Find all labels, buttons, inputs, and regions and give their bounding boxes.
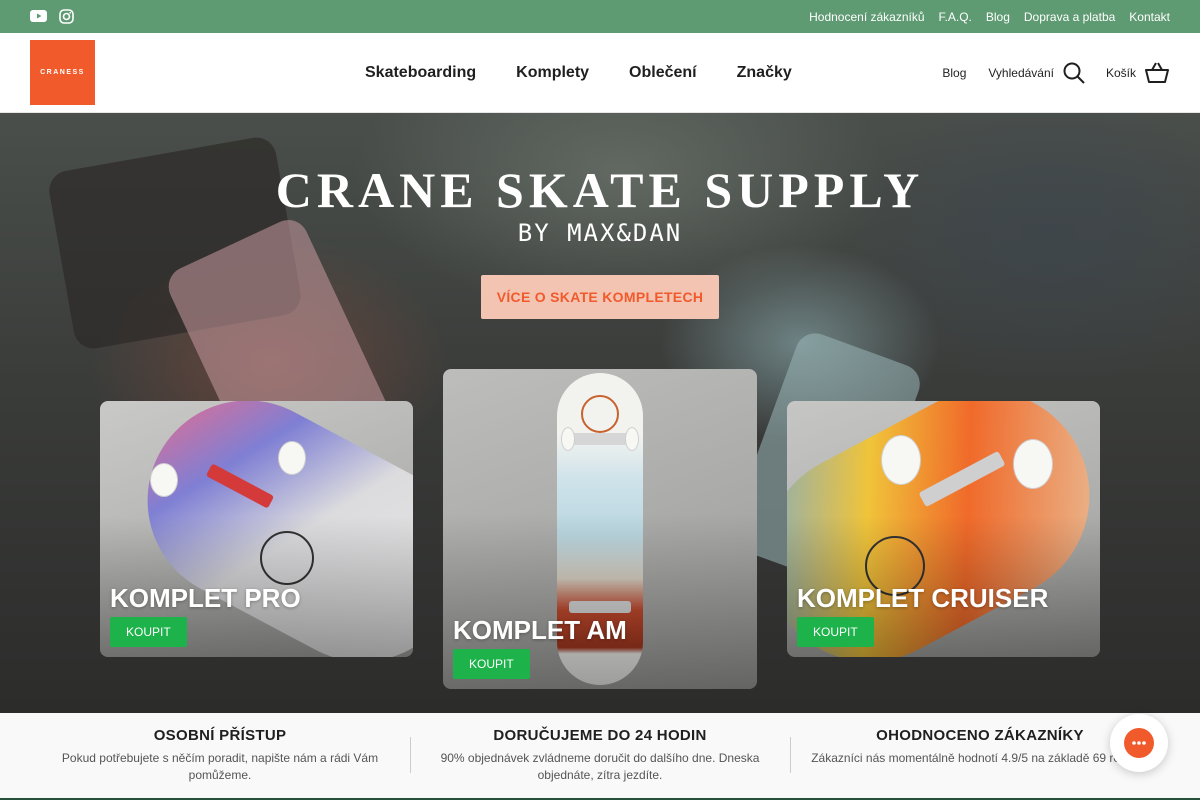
wheel-image <box>625 427 639 451</box>
hero-banner: CRANE SKATE SUPPLY BY MAX&DAN VÍCE O SKA… <box>0 113 1200 713</box>
toplink-reviews[interactable]: Hodnocení zákazníků <box>809 10 924 24</box>
feature-divider <box>410 737 411 773</box>
main-nav: Skateboarding Komplety Oblečení Značky <box>365 33 792 113</box>
youtube-icon[interactable] <box>29 7 47 25</box>
hero-subtitle: BY MAX&DAN <box>517 219 683 247</box>
features-strip: OSOBNÍ PŘÍSTUP Pokud potřebujete s něčím… <box>0 713 1200 800</box>
toplink-contact[interactable]: Kontakt <box>1129 10 1170 24</box>
wheel-image <box>881 435 921 485</box>
hero-cta-button[interactable]: VÍCE O SKATE KOMPLETECH <box>481 275 719 319</box>
feature-title: DORUČUJEME DO 24 HODIN <box>493 727 707 744</box>
feature-text: Pokud potřebujete s něčím poradit, napiš… <box>61 751 379 782</box>
top-announcement-bar: Hodnocení zákazníků F.A.Q. Blog Doprava … <box>0 0 1200 33</box>
top-links: Hodnocení zákazníků F.A.Q. Blog Doprava … <box>809 0 1170 33</box>
nav-item-komplety[interactable]: Komplety <box>516 64 589 82</box>
feature-personal-approach: OSOBNÍ PŘÍSTUP Pokud potřebujete s něčím… <box>50 727 390 784</box>
search-icon <box>1063 62 1085 84</box>
feature-title: OSOBNÍ PŘÍSTUP <box>153 727 287 744</box>
product-title[interactable]: KOMPLET AM <box>453 615 627 646</box>
logo-text: CRANESS <box>40 69 85 76</box>
deck-logo-image <box>581 395 619 433</box>
feature-text: Zákazníci nás momentálně hodnotí 4.9/5 n… <box>811 751 1149 765</box>
wheel-image <box>150 463 178 497</box>
buy-button[interactable]: KOUPIT <box>797 617 874 647</box>
basket-icon <box>1145 62 1169 83</box>
wheel-image <box>561 427 575 451</box>
wheel-image <box>1013 439 1053 489</box>
header-blog-link[interactable]: Blog <box>942 66 966 80</box>
header-actions: Blog Vyhledávání Košík <box>942 33 1170 113</box>
chat-widget-button[interactable] <box>1110 714 1168 772</box>
search-label: Vyhledávání <box>988 66 1054 80</box>
feature-delivery: DORUČUJEME DO 24 HODIN 90% objednávek zv… <box>430 727 770 784</box>
feature-title: OHODNOCENO ZÁKAZNÍKY <box>876 727 1084 744</box>
toplink-faq[interactable]: F.A.Q. <box>939 10 972 24</box>
buy-button[interactable]: KOUPIT <box>453 649 530 679</box>
product-title[interactable]: KOMPLET CRUISER <box>797 583 1048 614</box>
product-card-cruiser[interactable]: KOMPLET CRUISER KOUPIT <box>787 401 1100 657</box>
chat-bubble-icon <box>1124 728 1154 758</box>
toplink-shipping[interactable]: Doprava a platba <box>1024 10 1115 24</box>
product-card-pro[interactable]: KOMPLET PRO KOUPIT <box>100 401 413 657</box>
nav-item-skateboarding[interactable]: Skateboarding <box>365 64 476 82</box>
feature-divider <box>790 737 791 773</box>
instagram-icon[interactable] <box>57 7 75 25</box>
site-header: CRANESS Skateboarding Komplety Oblečení … <box>0 33 1200 113</box>
cart-button[interactable]: Košík <box>1106 62 1170 84</box>
nav-item-obleceni[interactable]: Oblečení <box>629 64 697 82</box>
truck-image <box>569 433 631 445</box>
site-logo[interactable]: CRANESS <box>30 40 95 105</box>
cart-label: Košík <box>1105 66 1136 80</box>
nav-item-znacky[interactable]: Značky <box>737 64 792 82</box>
hero-title: CRANE SKATE SUPPLY <box>275 162 925 218</box>
toplink-blog[interactable]: Blog <box>986 10 1010 24</box>
product-title[interactable]: KOMPLET PRO <box>110 583 301 614</box>
wheel-image <box>278 441 306 475</box>
search-button[interactable]: Vyhledávání <box>988 61 1086 85</box>
feature-reviews: OHODNOCENO ZÁKAZNÍKY Zákazníci nás momen… <box>810 727 1150 767</box>
product-card-am[interactable]: KOMPLET AM KOUPIT <box>443 369 757 689</box>
buy-button[interactable]: KOUPIT <box>110 617 187 647</box>
feature-text: 90% objednávek zvládneme doručit do dalš… <box>440 751 760 782</box>
